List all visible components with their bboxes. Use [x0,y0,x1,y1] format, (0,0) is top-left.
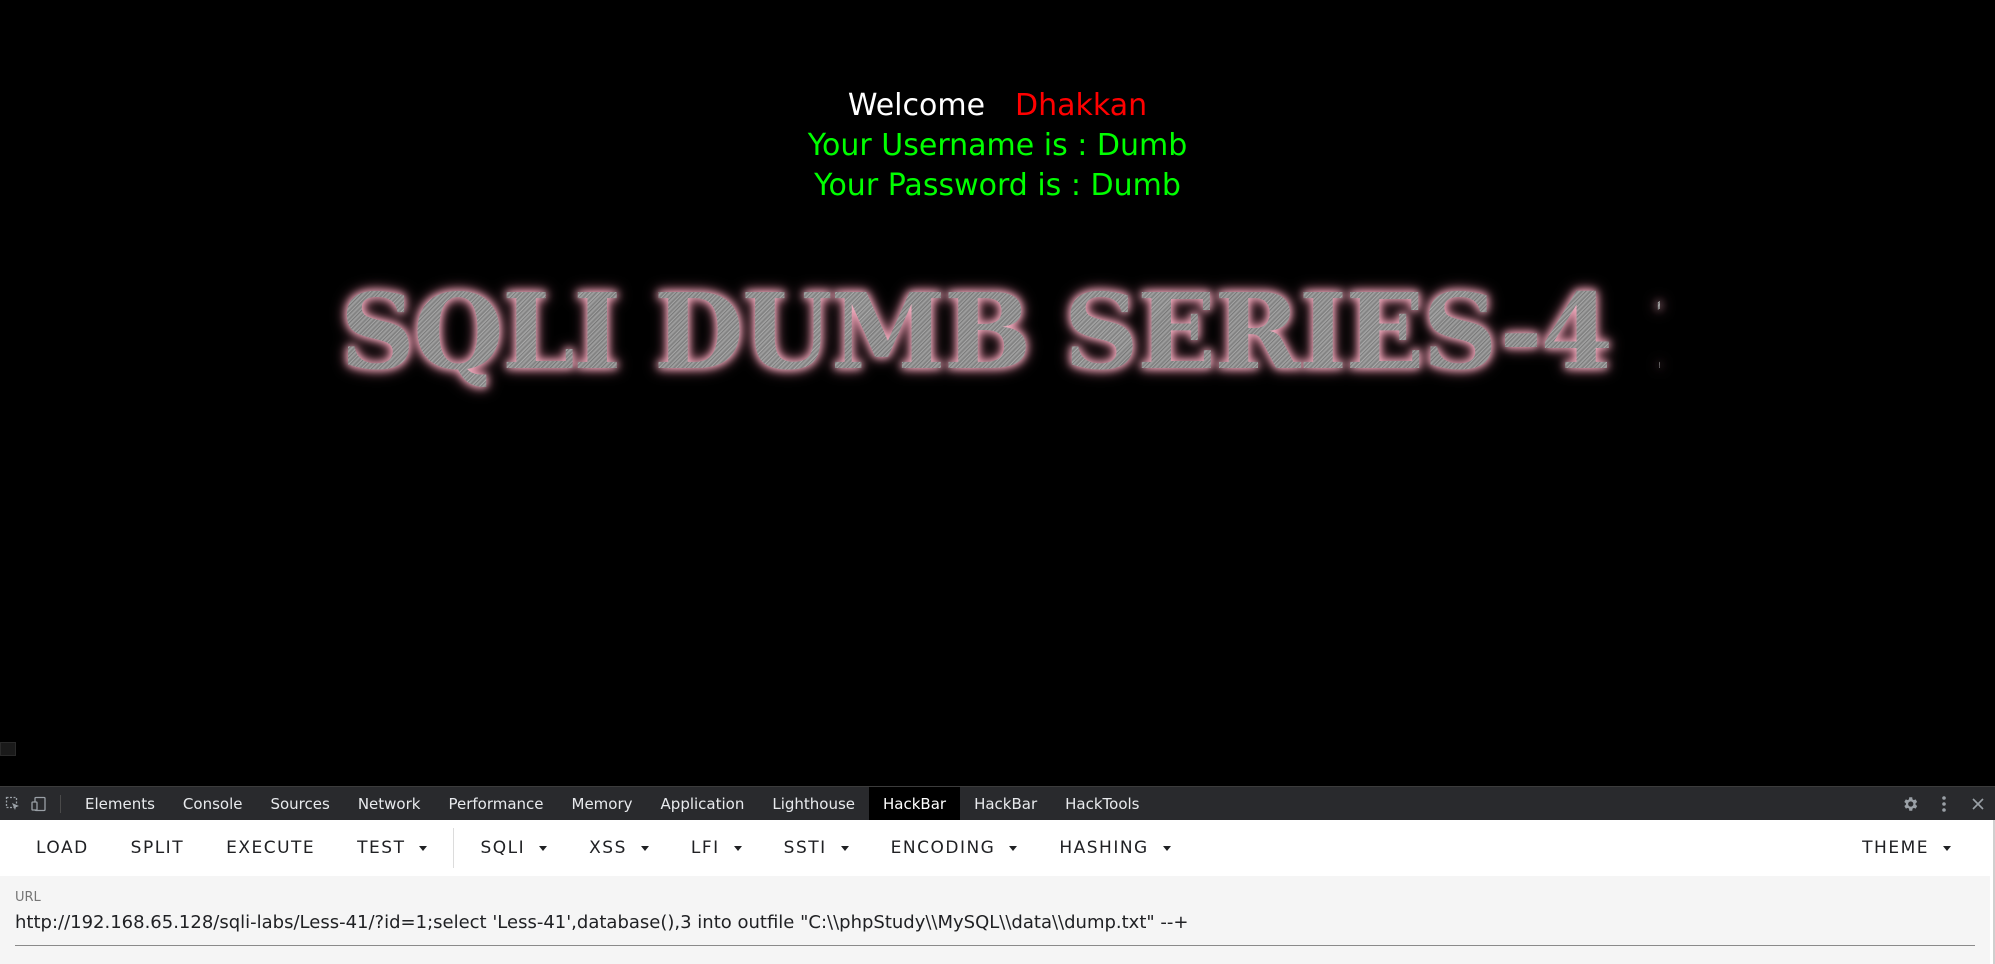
theme-dropdown[interactable]: THEME [1846,828,1967,868]
caret-down-icon [640,845,649,851]
gear-icon[interactable] [1893,787,1927,821]
page-corner-widget [0,742,16,756]
toolbar-separator [60,794,61,813]
series-banner: SQLI DUMB SERIES-4 1 [340,270,1718,393]
welcome-line: Welcome Dhakkan [0,86,1995,126]
sqli-dropdown[interactable]: SQLI [464,828,563,868]
caret-down-icon [840,845,849,851]
tab-hackbar-active[interactable]: HackBar [869,786,961,821]
lfi-dropdown[interactable]: LFI [675,828,758,868]
caret-down-icon [1943,845,1951,851]
username-line: Your Username is : Dumb [807,128,1188,163]
tab-hackbar[interactable]: HackBar [960,787,1051,821]
tab-elements[interactable]: Elements [71,787,169,821]
ssti-dropdown[interactable]: SSTI [768,828,865,868]
tab-application[interactable]: Application [647,787,759,821]
encoding-dropdown[interactable]: ENCODING [875,828,1034,868]
welcome-text: Welcome [847,88,986,123]
tab-console[interactable]: Console [169,787,257,821]
caret-down-icon [1009,845,1018,851]
load-button[interactable]: LOAD [20,828,105,868]
theme-label: THEME [1862,838,1929,858]
tab-performance[interactable]: Performance [434,787,557,821]
caret-down-icon [1162,845,1171,851]
close-icon[interactable] [1961,787,1995,821]
xss-label: XSS [589,838,627,858]
caret-down-icon [733,845,742,851]
test-dropdown[interactable]: TEST [341,828,443,868]
load-label: LOAD [36,838,89,858]
execute-label: EXECUTE [226,838,316,858]
welcome-name: Dhakkan [1015,88,1148,123]
device-toolbar-icon[interactable] [26,787,52,821]
encoding-label: ENCODING [890,838,996,858]
sqli-label: SQLI [480,838,526,858]
password-line: Your Password is : Dumb [814,168,1181,203]
test-label: TEST [357,838,406,858]
devtools-tab-bar: Elements Console Sources Network Perform… [0,786,1995,821]
hackbar-toolbar: LOAD SPLIT EXECUTE TEST SQLI XSS LFI SST… [0,820,1995,876]
split-label: SPLIT [130,838,185,858]
url-label: URL [15,890,41,905]
url-field[interactable]: URL http://192.168.65.128/sqli-labs/Less… [0,876,1990,964]
caret-down-icon [539,845,548,851]
hashing-dropdown[interactable]: HASHING [1043,828,1186,868]
login-result: Welcome Dhakkan Your Username is : Dumb Y… [0,86,1995,206]
tab-memory[interactable]: Memory [558,787,647,821]
tab-lighthouse[interactable]: Lighthouse [758,787,869,821]
hashing-label: HASHING [1059,838,1149,858]
toolbar-divider [453,828,455,868]
caret-down-icon [419,845,428,851]
execute-button[interactable]: EXECUTE [210,828,331,868]
xss-dropdown[interactable]: XSS [573,828,665,868]
devtools-actions [1893,787,1995,821]
url-input[interactable]: http://192.168.65.128/sqli-labs/Less-41/… [15,912,1975,946]
inspect-element-icon[interactable] [0,787,26,821]
split-button[interactable]: SPLIT [115,828,200,868]
lfi-label: LFI [690,838,720,858]
tab-sources[interactable]: Sources [256,787,343,821]
more-vertical-icon[interactable] [1927,787,1961,821]
tab-hacktools[interactable]: HackTools [1051,787,1153,821]
devtools-panel: Elements Console Sources Network Perform… [0,786,1995,964]
page-viewport: Welcome Dhakkan Your Username is : Dumb Y… [0,0,1995,786]
tab-network[interactable]: Network [344,787,435,821]
browser-window: Welcome Dhakkan Your Username is : Dumb Y… [0,0,1995,964]
ssti-label: SSTI [783,838,827,858]
